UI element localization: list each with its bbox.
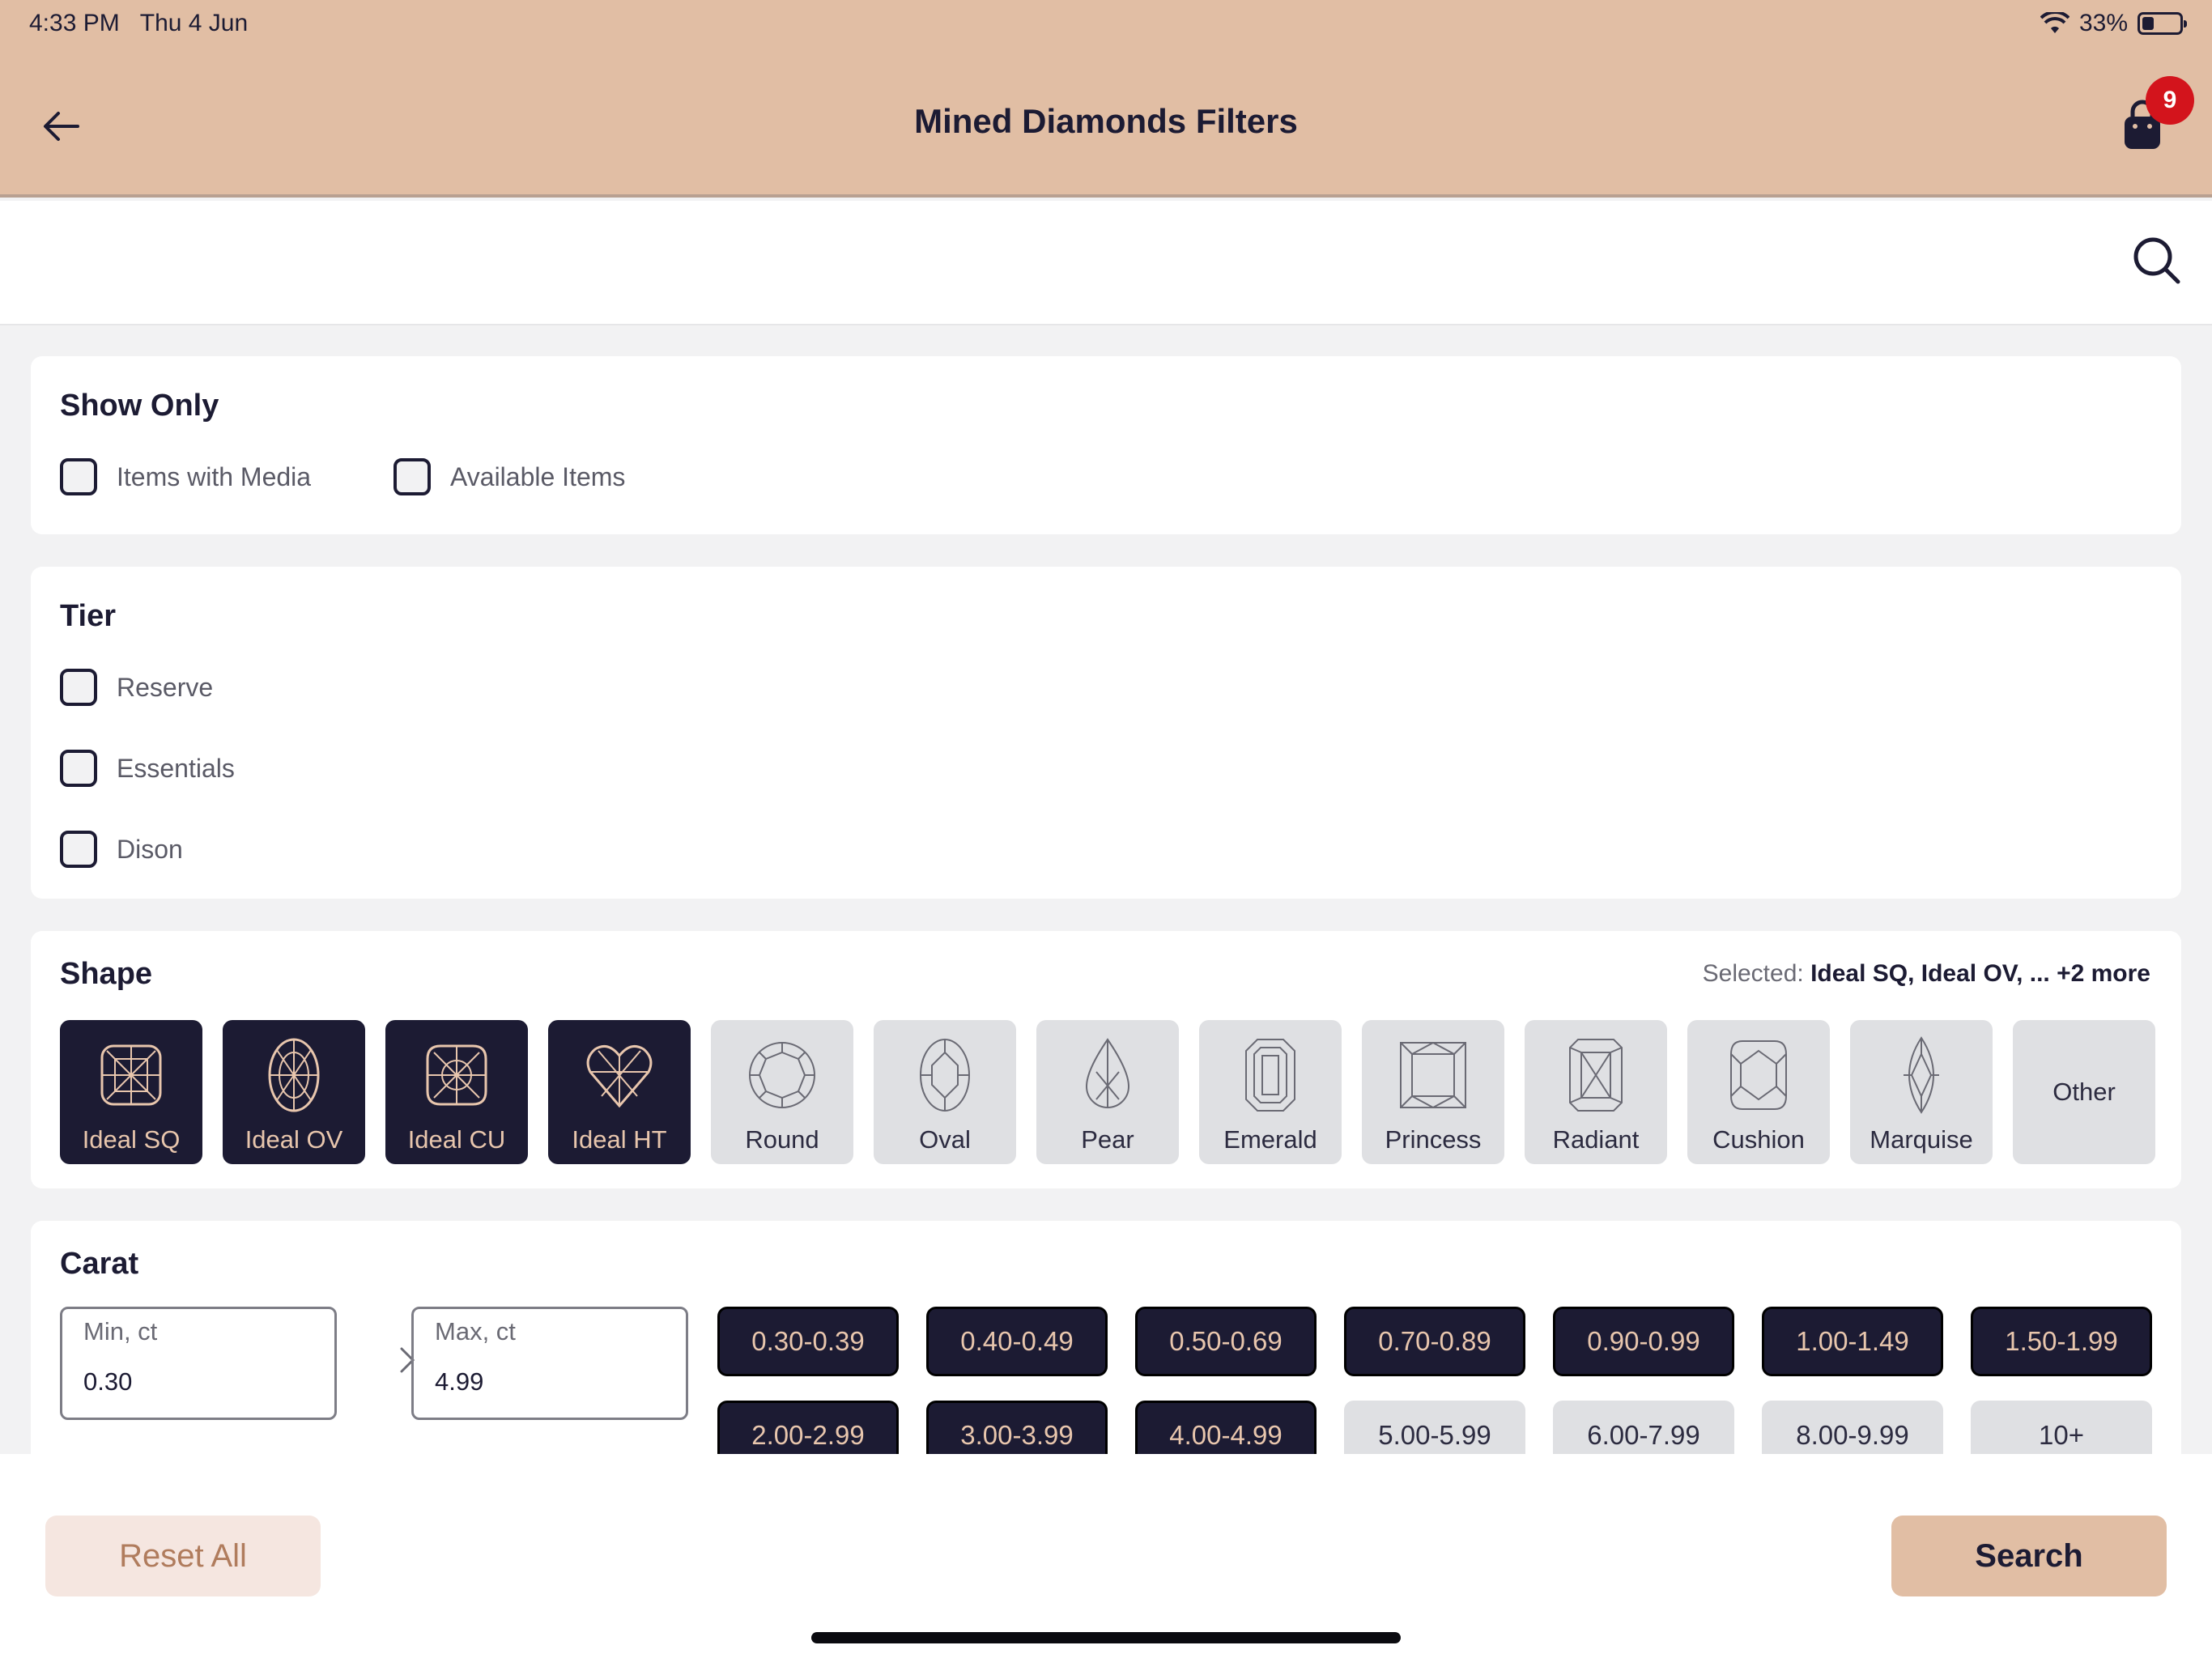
radiant-diamond-icon	[1569, 1039, 1623, 1112]
carat-title: Carat	[60, 1247, 139, 1281]
checkbox-label: Reserve	[117, 672, 214, 702]
shape-other[interactable]: Other	[2013, 1020, 2155, 1164]
checkbox-box[interactable]	[60, 669, 97, 706]
checkbox-label: Items with Media	[117, 461, 312, 491]
carat-max-label: Max, ct	[435, 1317, 516, 1346]
search-button[interactable]	[2131, 235, 2183, 287]
shape-cushion[interactable]: Cushion	[1687, 1020, 1830, 1164]
checkbox-box[interactable]	[393, 458, 431, 495]
cart-count-badge: 9	[2146, 76, 2194, 125]
app-header: 4:33 PM Thu 4 Jun 33% Mined Diamonds Fil…	[0, 0, 2212, 198]
carat-range-chip[interactable]: 1.50-1.99	[1971, 1307, 2152, 1376]
shape-ideal-sq[interactable]: Ideal SQ	[60, 1020, 202, 1164]
carat-max-input[interactable]: Max, ct 4.99	[411, 1307, 688, 1420]
reset-all-button[interactable]: Reset All	[45, 1516, 321, 1596]
shape-ideal-cu[interactable]: Ideal CU	[385, 1020, 528, 1164]
tier-dison-checkbox[interactable]: Dison	[60, 831, 183, 868]
shape-section: Shape Selected: Ideal SQ, Ideal OV, ... …	[31, 931, 2181, 1188]
tier-title: Tier	[60, 599, 117, 633]
shape-ideal-ov[interactable]: Ideal OV	[223, 1020, 365, 1164]
shape-marquise[interactable]: Marquise	[1850, 1020, 1993, 1164]
checkbox-label: Essentials	[117, 753, 235, 783]
show-only-title: Show Only	[60, 389, 219, 423]
princess-diamond-icon	[1400, 1042, 1466, 1108]
carat-min-label: Min, ct	[83, 1317, 158, 1346]
carat-range-chip[interactable]: 1.00-1.49	[1762, 1307, 1943, 1376]
carat-max-value: 4.99	[435, 1367, 484, 1396]
ideal-oval-diamond-icon	[268, 1038, 320, 1112]
checkbox-box[interactable]	[60, 750, 97, 787]
round-diamond-icon	[749, 1042, 815, 1108]
page-title: Mined Diamonds Filters	[914, 102, 1298, 140]
shape-emerald[interactable]: Emerald	[1199, 1020, 1342, 1164]
show-only-section: Show Only Items with Media Available Ite…	[31, 356, 2181, 534]
home-indicator[interactable]	[811, 1632, 1401, 1643]
checkbox-label: Dison	[117, 834, 183, 864]
search-bar	[0, 201, 2212, 325]
carat-range-chip[interactable]: 0.90-0.99	[1553, 1307, 1734, 1376]
carat-section: Carat Min, ct 0.30 Max, ct 4.99 0.30-0.3…	[31, 1221, 2181, 1480]
shape-round[interactable]: Round	[711, 1020, 853, 1164]
battery-percent: 33%	[2078, 10, 2128, 36]
carat-range-chip[interactable]: 0.50-0.69	[1135, 1307, 1317, 1376]
shape-oval[interactable]: Oval	[874, 1020, 1016, 1164]
ideal-heart-diamond-icon	[586, 1044, 653, 1108]
search-icon	[2133, 237, 2180, 284]
carat-range-chip[interactable]: 0.30-0.39	[717, 1307, 899, 1376]
wifi-icon	[2040, 12, 2069, 33]
shape-title: Shape	[60, 957, 153, 991]
carat-range-chip[interactable]: 0.40-0.49	[926, 1307, 1108, 1376]
oval-diamond-icon	[920, 1039, 970, 1112]
shape-princess[interactable]: Princess	[1362, 1020, 1504, 1164]
tier-essentials-checkbox[interactable]: Essentials	[60, 750, 235, 787]
ideal-cushion-diamond-icon	[426, 1044, 487, 1106]
items-with-media-checkbox[interactable]: Items with Media	[60, 458, 311, 495]
shape-selected-summary: Selected: Ideal SQ, Ideal OV, ... +2 mor…	[1702, 960, 2150, 987]
shape-pear[interactable]: Pear	[1036, 1020, 1179, 1164]
bottom-action-bar: Reset All Search	[0, 1454, 2212, 1658]
search-submit-button[interactable]: Search	[1891, 1516, 2167, 1596]
cushion-diamond-icon	[1730, 1040, 1787, 1110]
carat-min-value: 0.30	[83, 1367, 133, 1396]
tier-section: Tier Reserve Essentials Dison	[31, 567, 2181, 899]
checkbox-label: Available Items	[450, 461, 626, 491]
status-indicators: 33%	[2040, 10, 2187, 37]
pear-diamond-icon	[1085, 1038, 1130, 1108]
shape-radiant[interactable]: Radiant	[1525, 1020, 1667, 1164]
available-items-checkbox[interactable]: Available Items	[393, 458, 625, 495]
battery-icon	[2138, 12, 2187, 35]
checkbox-box[interactable]	[60, 831, 97, 868]
shape-ideal-ht[interactable]: Ideal HT	[548, 1020, 691, 1164]
carat-min-input[interactable]: Min, ct 0.30	[60, 1307, 337, 1420]
emerald-diamond-icon	[1245, 1039, 1295, 1112]
ideal-square-diamond-icon	[100, 1044, 162, 1106]
tier-reserve-checkbox[interactable]: Reserve	[60, 669, 213, 706]
carat-range-chip[interactable]: 0.70-0.89	[1344, 1307, 1525, 1376]
marquise-diamond-icon	[1904, 1036, 1939, 1114]
status-time: 4:33 PM Thu 4 Jun	[29, 10, 249, 36]
checkbox-box[interactable]	[60, 458, 97, 495]
